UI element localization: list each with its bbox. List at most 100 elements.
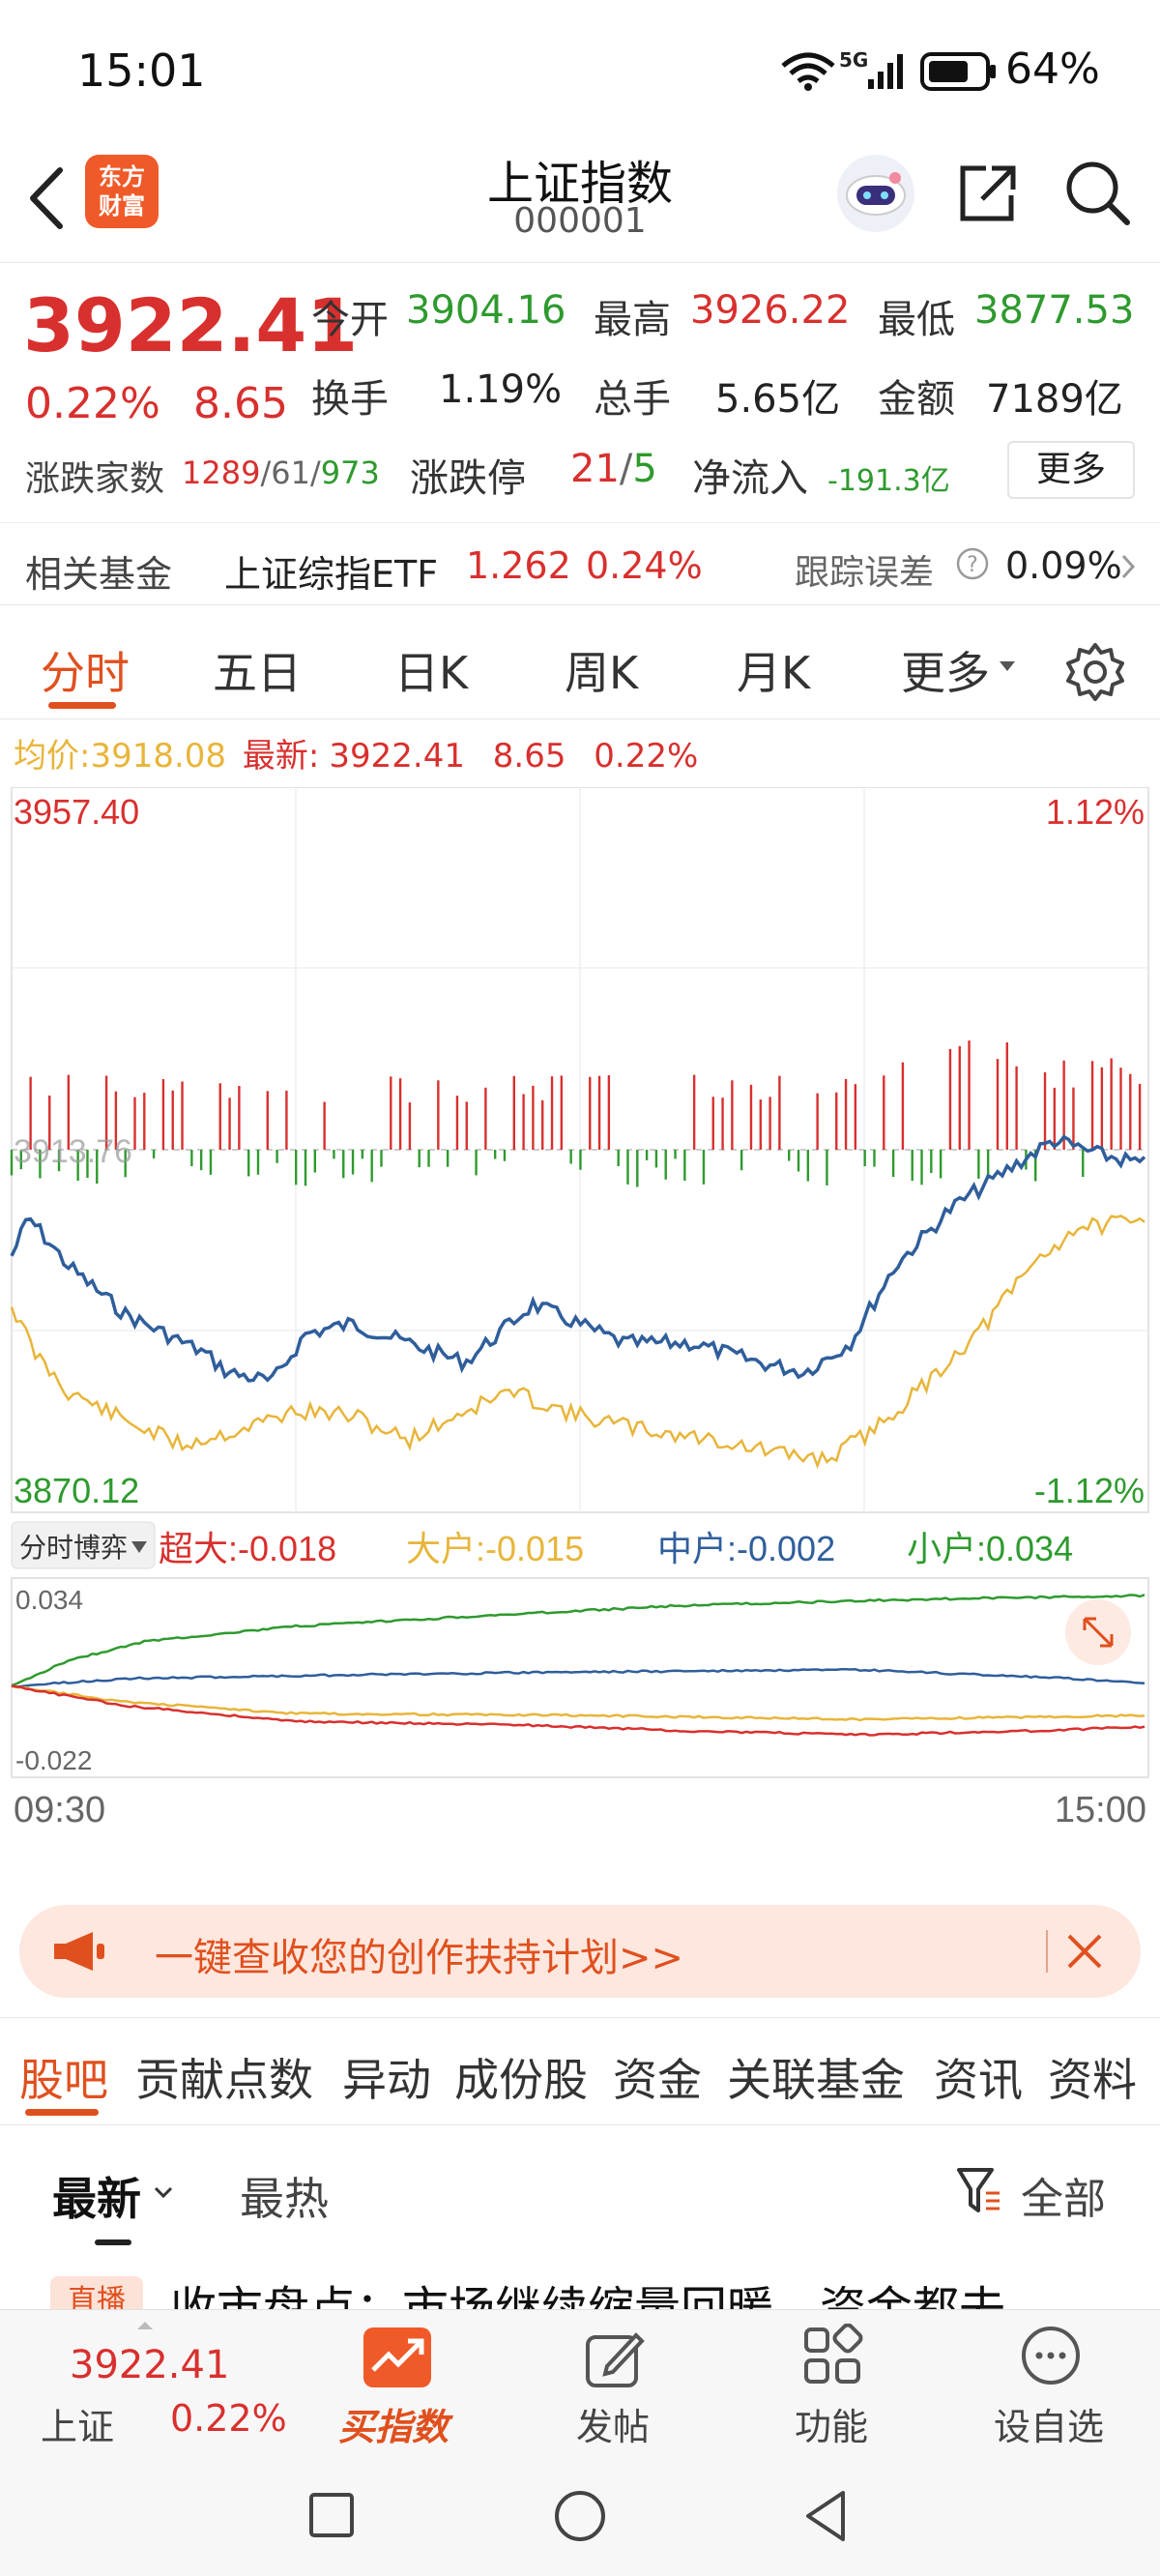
latest-change: 8.65 <box>492 737 566 776</box>
open-value: 3904.16 <box>406 288 566 333</box>
volume-value: 5.65亿 <box>715 377 841 422</box>
avg-price-label: 均价: <box>14 737 91 776</box>
close-icon[interactable] <box>1063 1930 1106 1973</box>
chevron-right-icon <box>1121 554 1136 579</box>
last-price: 3922.41 <box>23 282 359 368</box>
tab-active-indicator <box>48 702 116 709</box>
compose-icon[interactable] <box>582 2327 646 2391</box>
battery-icon <box>920 52 996 91</box>
settings-gear-icon[interactable] <box>1063 640 1127 704</box>
sort-hottest[interactable]: 最热 <box>240 2164 329 2228</box>
share-icon[interactable] <box>953 159 1021 226</box>
flat-count: 61 <box>271 454 310 491</box>
latest-value: 3922.41 <box>329 737 465 776</box>
tab-related-funds[interactable]: 关联基金 <box>727 2045 905 2109</box>
tab-forum[interactable]: 股吧 <box>19 2045 108 2109</box>
tab-five-day[interactable]: 五日 <box>213 638 302 702</box>
buy-index-label[interactable]: 买指数 <box>338 2397 449 2450</box>
tab-daily-k[interactable]: 日K <box>394 638 468 702</box>
breadth-label: 涨跌家数 <box>25 459 165 499</box>
filter-icon[interactable] <box>955 2164 1003 2218</box>
latest-label: 最新: <box>242 737 320 776</box>
promo-banner[interactable]: 一键查收您的创作扶持计划>> <box>19 1905 1141 1998</box>
time-start: 09:30 <box>14 1790 105 1830</box>
tab-more[interactable]: 更多 <box>901 638 990 702</box>
flow-mid-label: 中户:-0.002 <box>657 1529 835 1568</box>
functions-grid-icon[interactable] <box>800 2324 864 2387</box>
period-tabs: 分时 五日 日K 周K 月K 更多 <box>0 605 1160 719</box>
change-pct: 0.22% <box>25 379 160 428</box>
down-count: 973 <box>320 454 380 491</box>
change-value: 8.65 <box>193 379 288 428</box>
post-label[interactable]: 发帖 <box>576 2397 650 2450</box>
home-icon[interactable] <box>553 2489 607 2543</box>
back-nav-icon[interactable] <box>800 2487 849 2545</box>
avg-price-value: 3918.08 <box>90 737 227 776</box>
y-axis-top-pct: 1.12% <box>1046 792 1145 832</box>
quote-summary: 3922.41 0.22% 8.65 今开 3904.16 最高 3926.22… <box>0 263 1160 514</box>
tab-movement[interactable]: 异动 <box>342 2045 431 2109</box>
volume-bars <box>10 1040 1142 1187</box>
low-label: 最低 <box>878 298 955 342</box>
recent-apps-icon[interactable] <box>307 2491 356 2539</box>
tab-intraday[interactable]: 分时 <box>41 638 130 702</box>
tab-news[interactable]: 资讯 <box>934 2045 1023 2109</box>
y-axis-mid: 3913.76 <box>14 1133 132 1170</box>
filter-all[interactable]: 全部 <box>1021 2164 1106 2226</box>
bottom-pct[interactable]: 0.22% <box>170 2397 287 2440</box>
chart-info-line: 均价:3918.08 最新: 3922.41 8.65 0.22% <box>14 729 698 776</box>
megaphone-icon <box>54 1932 104 1971</box>
tab-monthly-k[interactable]: 月K <box>737 638 810 702</box>
live-badge: 直播 <box>50 2276 143 2309</box>
y-axis-bottom: 3870.12 <box>14 1471 139 1510</box>
turnover-value: 1.19% <box>439 367 563 412</box>
add-watchlist-icon[interactable] <box>1019 2324 1083 2387</box>
sort-newest[interactable]: 最新 <box>52 2164 141 2228</box>
functions-label[interactable]: 功能 <box>795 2397 868 2450</box>
volume-label: 总手 <box>594 377 671 422</box>
content-tabs: 股吧 贡献点数 异动 成份股 资金 关联基金 资讯 资料 <box>0 2017 1160 2125</box>
buy-index-icon[interactable] <box>363 2327 431 2387</box>
search-icon[interactable] <box>1063 159 1131 226</box>
amount-value: 7189亿 <box>986 377 1123 422</box>
flow-y-bottom: -0.022 <box>15 1745 92 1775</box>
turnover-label: 换手 <box>311 377 389 422</box>
amount-label: 金额 <box>878 377 955 422</box>
system-nav-bar <box>0 2452 1160 2576</box>
tab-contribution[interactable]: 贡献点数 <box>135 2045 313 2109</box>
network-label: 5G <box>839 48 869 72</box>
up-count: 1289 <box>182 454 261 491</box>
add-watchlist-label[interactable]: 设自选 <box>994 2397 1104 2450</box>
post-headline[interactable]: 收市盘点：市场继续缩量回暖，资金都去 <box>170 2270 1005 2309</box>
tracking-error-value: 0.09% <box>1005 544 1122 587</box>
more-button[interactable]: 更多 <box>1007 441 1135 499</box>
tab-capital[interactable]: 资金 <box>613 2045 702 2109</box>
flow-large-line <box>11 1684 1146 1722</box>
wifi-icon <box>781 52 835 91</box>
related-fund-row[interactable]: 相关基金 上证综指ETF 1.262 0.24% 跟踪误差 ? 0.09% <box>0 522 1160 605</box>
high-value: 3926.22 <box>690 288 851 333</box>
caret-down-icon[interactable] <box>998 659 1017 673</box>
tracking-error-label: 跟踪误差 <box>795 553 935 593</box>
chevron-down-icon[interactable] <box>153 2185 174 2201</box>
flow-super-line <box>11 1684 1146 1737</box>
back-icon[interactable] <box>25 164 68 232</box>
tab-constituents[interactable]: 成份股 <box>454 2045 588 2109</box>
assistant-robot-icon[interactable] <box>835 153 916 234</box>
tab-weekly-k[interactable]: 周K <box>565 638 638 702</box>
flow-small-label: 小户:0.034 <box>907 1529 1073 1568</box>
bottom-index-name[interactable]: 上证 <box>41 2397 114 2450</box>
limit-values: 21/5 <box>570 447 657 491</box>
subtab-active-indicator <box>25 2109 99 2116</box>
bottom-price[interactable]: 3922.41 <box>70 2343 229 2387</box>
tab-profile[interactable]: 资料 <box>1048 2045 1137 2109</box>
fund-pct: 0.24% <box>586 544 703 587</box>
logo-text-bottom: 财富 <box>99 192 145 220</box>
banner-text[interactable]: 一键查收您的创作扶持计划>> <box>155 1926 683 1982</box>
chart-canvas[interactable]: 3957.40 1.12% 3913.76 3870.12 -1.12% 分时博… <box>0 787 1160 1880</box>
flow-super-label: 超大:-0.018 <box>159 1529 336 1568</box>
flow-selector-label[interactable]: 分时博弈 <box>19 1533 128 1563</box>
inflow-value: -191.3亿 <box>827 464 950 498</box>
open-label: 今开 <box>311 298 389 342</box>
help-icon[interactable]: ? <box>955 546 990 581</box>
